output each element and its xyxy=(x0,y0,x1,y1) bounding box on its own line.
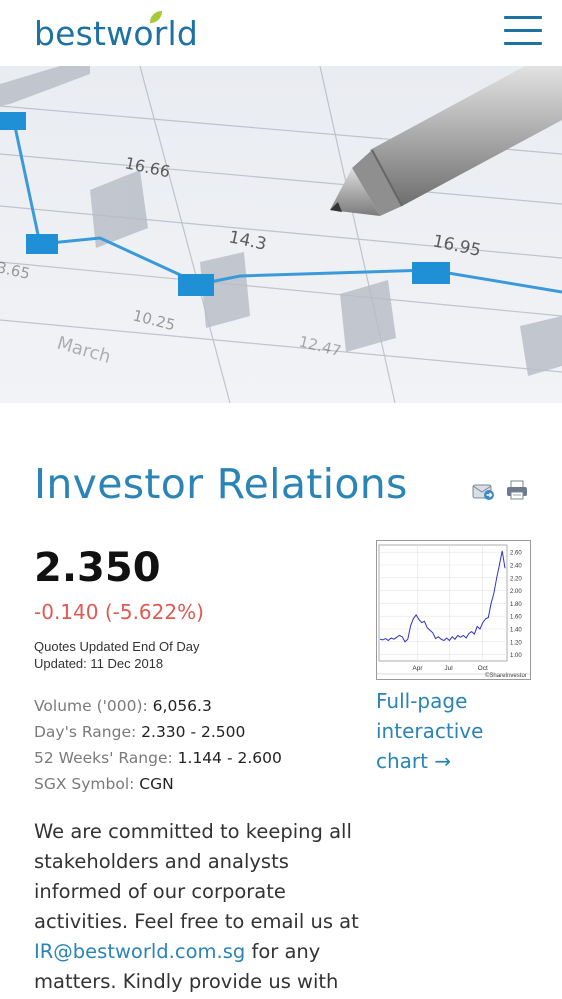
stat-row-52wk-range: 52 Weeks' Range: 1.144 - 2.600 xyxy=(34,749,282,767)
paragraph-text: We are committed to keeping all stakehol… xyxy=(34,820,359,933)
y-tick-label: 2.20 xyxy=(510,576,522,582)
stat-row-sgx-symbol: SGX Symbol: CGN xyxy=(34,775,174,793)
x-tick-label: Apr xyxy=(412,665,423,672)
leaf-icon xyxy=(150,11,162,23)
chart-credit: ©ShareInvestor xyxy=(485,672,527,679)
page-title: Investor Relations xyxy=(34,460,408,508)
x-tick-label: Jul xyxy=(444,665,453,672)
y-tick-label: 1.60 xyxy=(510,615,522,621)
price-change: -0.140 (-5.622%) xyxy=(34,600,204,624)
quote-stats: Volume ('000): 6,056.3 Day's Range: 2.33… xyxy=(34,693,282,797)
hamburger-menu-icon[interactable] xyxy=(504,16,542,46)
full-page-chart-link[interactable]: Full-page interactive chart → xyxy=(376,686,516,776)
price-chart-svg: 2.60 2.40 2.20 2.00 1.80 1.60 1.40 1.20 1.00 Apr J… xyxy=(377,544,530,679)
y-tick-label: 1.40 xyxy=(510,628,522,634)
hero-banner: 16.66 14.3 16.95 10.25 12.47 March 3.65 xyxy=(0,66,562,403)
stat-row-day-range: Day's Range: 2.330 - 2.500 xyxy=(34,723,246,741)
chart-plot-area xyxy=(378,544,508,662)
stat-row-volume: Volume ('000): 6,056.3 xyxy=(34,697,212,715)
y-tick-label: 2.60 xyxy=(510,551,522,557)
y-tick-label: 1.20 xyxy=(510,640,522,646)
price-chart-thumbnail[interactable]: 2.60 2.40 2.20 2.00 1.80 1.60 1.40 1.20 1.00 Apr J… xyxy=(376,540,531,680)
quotes-note: Quotes Updated End Of Day xyxy=(34,639,200,654)
x-tick-label: Oct xyxy=(478,665,488,672)
y-tick-label: 1.80 xyxy=(510,602,522,608)
hero-chart-illustration: 16.66 14.3 16.95 10.25 12.47 March 3.65 xyxy=(0,66,562,403)
y-tick-label: 1.00 xyxy=(510,653,522,659)
updated-date: Updated: 11 Dec 2018 xyxy=(34,656,164,671)
site-header: bestworld xyxy=(0,0,562,66)
printer-icon[interactable] xyxy=(505,478,529,502)
bestworld-logo[interactable]: bestworld xyxy=(34,14,198,53)
y-tick-label: 2.40 xyxy=(510,564,522,570)
y-tick-label: 2.00 xyxy=(510,589,522,595)
ir-email-link[interactable]: IR@bestworld.com.sg xyxy=(34,940,245,963)
intro-paragraph: We are committed to keeping all stakehol… xyxy=(34,817,364,997)
stock-price: 2.350 xyxy=(34,545,161,591)
email-page-icon[interactable] xyxy=(471,478,495,502)
